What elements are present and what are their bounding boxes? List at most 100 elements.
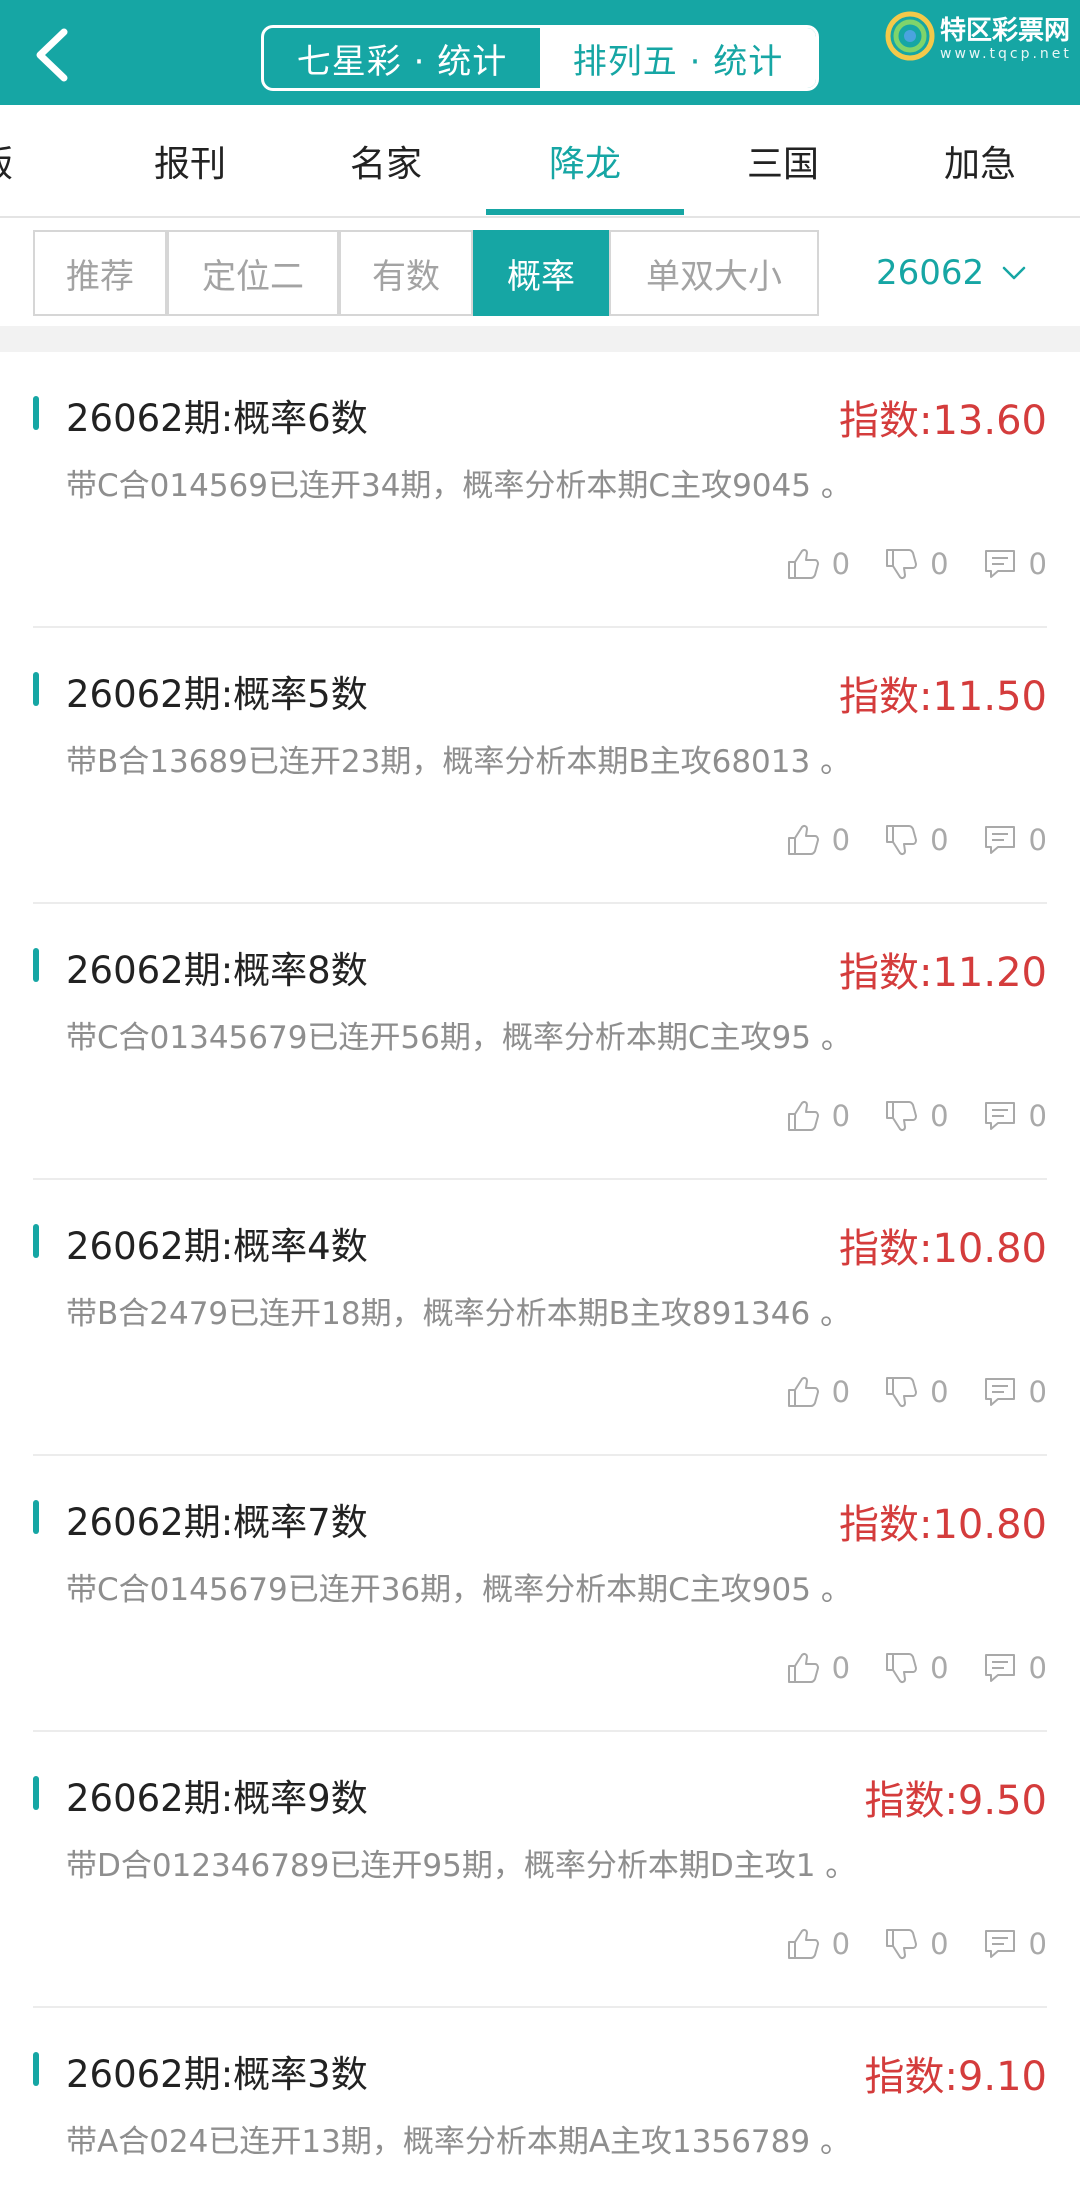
tab-baokan[interactable]: 报刊	[120, 105, 260, 216]
thumb-down-icon	[886, 825, 918, 856]
section-divider	[0, 326, 1080, 352]
seg-qixingcai[interactable]: 七星彩 · 统计	[264, 28, 540, 88]
thumb-up-icon	[787, 548, 819, 579]
accent-bar	[33, 1224, 39, 1258]
filter-youshu[interactable]: 有数	[339, 230, 473, 316]
like-button[interactable]: 0	[786, 1375, 850, 1409]
item-actions: 0 0 0	[752, 1648, 1047, 1688]
tab-sanguo[interactable]: 三国	[713, 105, 853, 216]
item-score: 指数:9.10	[864, 2054, 1047, 2100]
item-score: 指数:13.60	[839, 398, 1047, 444]
dislike-button[interactable]: 0	[884, 1099, 949, 1133]
like-button[interactable]: 0	[786, 1651, 850, 1685]
thumb-up-icon	[787, 1376, 819, 1407]
like-count: 0	[831, 1099, 851, 1133]
like-count: 0	[831, 547, 851, 581]
comment-button[interactable]: 0	[983, 1651, 1047, 1685]
accent-bar	[33, 396, 39, 430]
accent-bar	[33, 1500, 39, 1534]
thumb-down-icon	[886, 1101, 918, 1132]
comment-count: 0	[1028, 1651, 1047, 1685]
dislike-button[interactable]: 0	[884, 1375, 949, 1409]
item-description: 带D合012346789已连开95期，概率分析本期D主攻1 。	[66, 1848, 857, 1884]
item-actions: 0 0 0	[752, 1924, 1047, 1964]
tab-mingjia[interactable]: 名家	[316, 105, 456, 216]
list-item[interactable]: 26062期:概率9数 指数:9.50 带D合012346789已连开95期，概…	[33, 1732, 1047, 2008]
comment-count: 0	[1028, 1927, 1047, 1961]
comment-icon	[984, 826, 1015, 854]
item-actions: 0 0 0	[752, 1096, 1047, 1136]
item-score: 指数:10.80	[839, 1226, 1047, 1272]
comment-button[interactable]: 0	[983, 547, 1047, 581]
chevron-down-icon	[1002, 266, 1026, 280]
item-description: 带C合014569已连开34期，概率分析本期C主攻9045 。	[66, 468, 852, 504]
comment-icon	[984, 1378, 1015, 1406]
prediction-list: 26062期:概率6数 指数:13.60 带C合014569已连开34期，概率分…	[0, 352, 1080, 2204]
item-score: 指数:9.50	[864, 1778, 1047, 1824]
filter-dingweier[interactable]: 定位二	[167, 230, 339, 316]
list-item[interactable]: 26062期:概率8数 指数:11.20 带C合01345679已连开56期，概…	[33, 904, 1047, 1180]
item-title: 26062期:概率3数	[66, 2053, 368, 2096]
like-count: 0	[831, 1927, 851, 1961]
dislike-count: 0	[930, 823, 949, 857]
dislike-count: 0	[930, 1099, 949, 1133]
item-description: 带B合13689已连开23期，概率分析本期B主攻68013 。	[66, 744, 852, 780]
list-item[interactable]: 26062期:概率7数 指数:10.80 带C合0145679已连开36期，概率…	[33, 1456, 1047, 1732]
item-description: 带B合2479已连开18期，概率分析本期B主攻891346 。	[66, 1296, 852, 1332]
back-button[interactable]	[30, 26, 82, 84]
filter-bar: 推荐 定位二 有数 概率 单双大小 26062	[0, 218, 1080, 326]
item-score: 指数:11.20	[839, 950, 1047, 996]
tab-ban[interactable]: 版	[0, 105, 30, 216]
dislike-count: 0	[930, 1375, 949, 1409]
list-item[interactable]: 26062期:概率6数 指数:13.60 带C合014569已连开34期，概率分…	[33, 352, 1047, 628]
like-button[interactable]: 0	[786, 1927, 850, 1961]
comment-button[interactable]: 0	[983, 823, 1047, 857]
item-title: 26062期:概率8数	[66, 949, 368, 992]
comment-icon	[984, 550, 1015, 578]
filter-tuijian[interactable]: 推荐	[33, 230, 167, 316]
like-button[interactable]: 0	[786, 823, 850, 857]
dislike-button[interactable]: 0	[884, 547, 949, 581]
dislike-button[interactable]: 0	[884, 1927, 949, 1961]
tab-jiaji[interactable]: 加急	[910, 105, 1050, 216]
dislike-button[interactable]: 0	[884, 823, 949, 857]
item-title: 26062期:概率4数	[66, 1225, 368, 1268]
item-actions: 0 0 0	[752, 544, 1047, 584]
list-item[interactable]: 26062期:概率5数 指数:11.50 带B合13689已连开23期，概率分析…	[33, 628, 1047, 904]
thumb-up-icon	[787, 1928, 819, 1959]
like-button[interactable]: 0	[786, 1099, 850, 1133]
thumb-up-icon	[787, 824, 819, 855]
item-actions: 0 0 0	[752, 2200, 1047, 2204]
thumb-down-icon	[886, 549, 918, 580]
comment-button[interactable]: 0	[983, 1927, 1047, 1961]
filter-danshuangdaxiao[interactable]: 单双大小	[609, 230, 819, 316]
accent-bar	[33, 672, 39, 706]
like-button[interactable]: 0	[786, 547, 850, 581]
like-count: 0	[831, 1375, 851, 1409]
like-count: 0	[831, 823, 851, 857]
accent-bar	[33, 948, 39, 982]
filter-gailv[interactable]: 概率	[473, 230, 609, 316]
site-logo: 特区彩票网 www.tqcp.net	[878, 8, 1078, 68]
dislike-count: 0	[930, 1651, 949, 1685]
logo-swirl-icon	[885, 11, 935, 61]
comment-button[interactable]: 0	[983, 1099, 1047, 1133]
list-item[interactable]: 26062期:概率4数 指数:10.80 带B合2479已连开18期，概率分析本…	[33, 1180, 1047, 1456]
comment-button[interactable]: 0	[983, 1375, 1047, 1409]
active-tab-indicator	[486, 209, 684, 215]
seg-pailiewu[interactable]: 排列五 · 统计	[540, 28, 816, 88]
comment-icon	[984, 1654, 1015, 1682]
issue-number: 26062	[876, 253, 985, 293]
thumb-up-icon	[787, 1100, 819, 1131]
item-actions: 0 0 0	[752, 820, 1047, 860]
logo-url: www.tqcp.net	[940, 46, 1072, 62]
dislike-button[interactable]: 0	[884, 1651, 949, 1685]
chevron-left-icon	[36, 28, 68, 82]
thumb-down-icon	[886, 1929, 918, 1960]
tab-jianglong[interactable]: 降龙	[515, 105, 655, 216]
thumb-up-icon	[787, 1652, 819, 1683]
thumb-down-icon	[886, 1377, 918, 1408]
item-score: 指数:10.80	[839, 1502, 1047, 1548]
issue-dropdown[interactable]: 26062	[876, 230, 1026, 316]
list-item[interactable]: 26062期:概率3数 指数:9.10 带A合024已连开13期，概率分析本期A…	[33, 2008, 1047, 2204]
